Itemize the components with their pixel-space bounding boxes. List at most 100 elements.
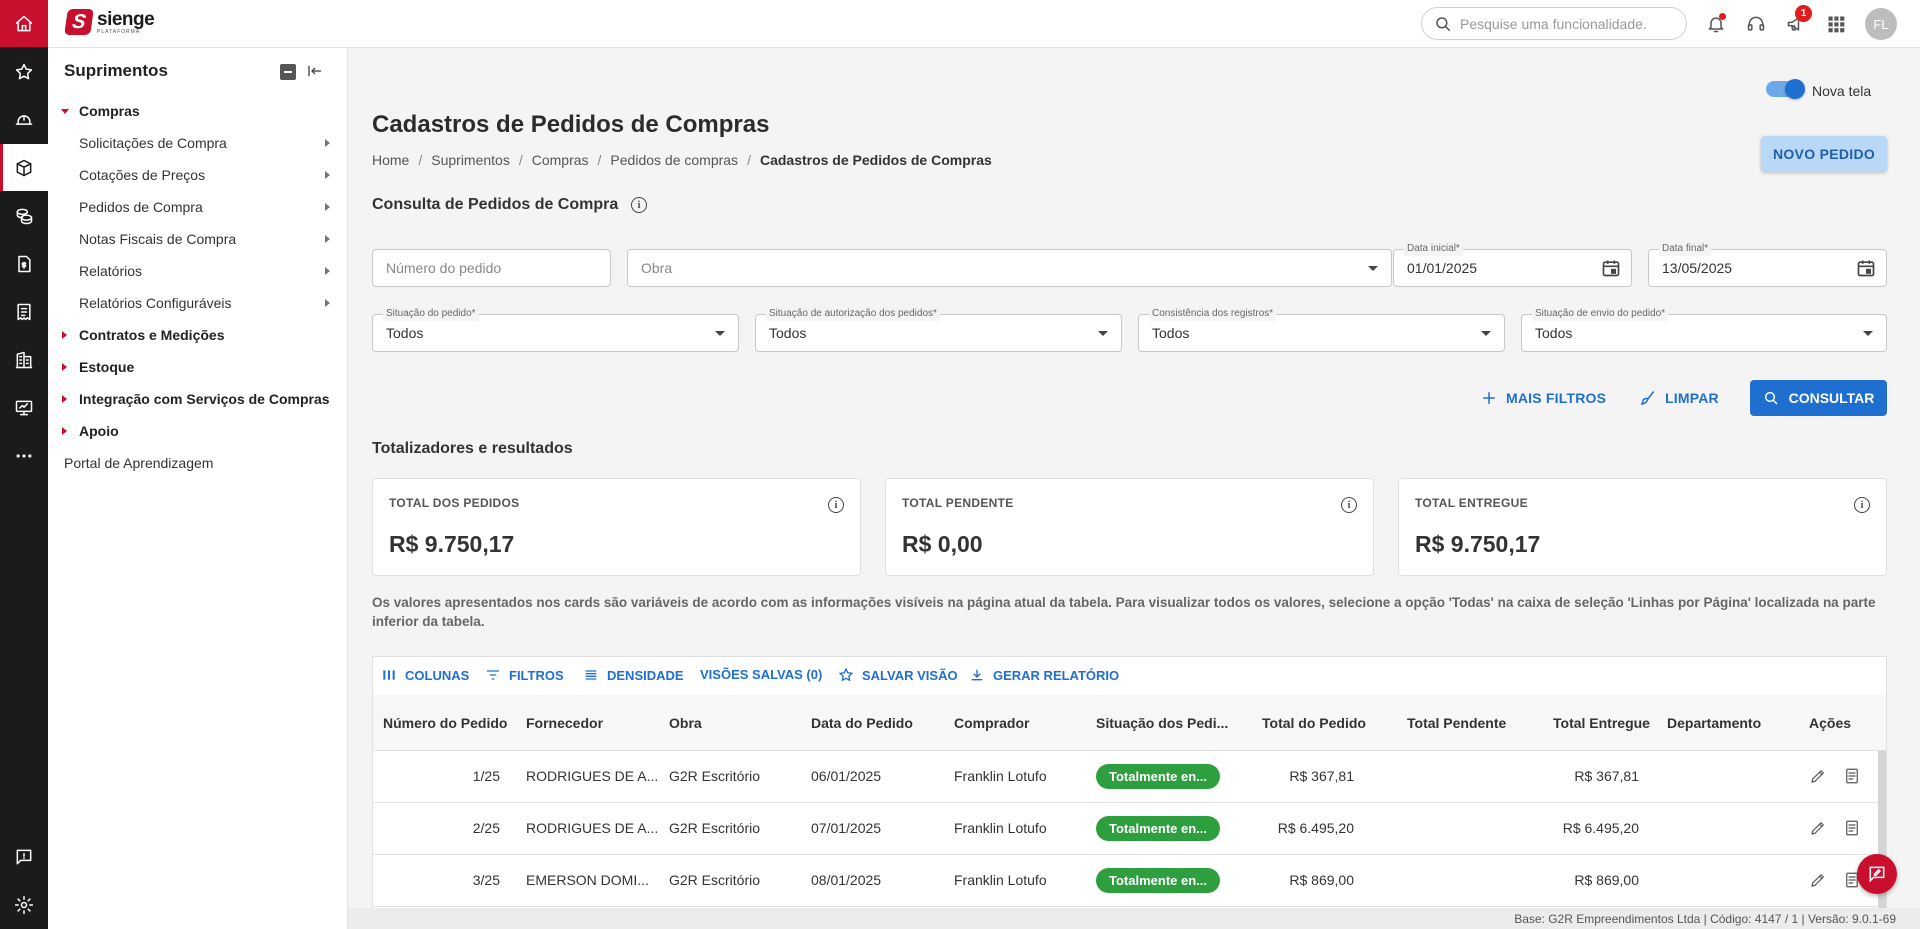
table-row[interactable]: 2/25 RODRIGUES DE A... G2R Escritório 07… [373,803,1886,855]
column-header[interactable]: Total Entregue [1553,715,1650,731]
breadcrumb-pedidos[interactable]: Pedidos de compras [610,152,738,168]
edit-icon[interactable] [1809,767,1829,787]
sidebar-item-cotacoes[interactable]: Cotações de Preços [48,159,348,191]
consultar-button[interactable]: CONSULTAR [1750,380,1887,416]
column-header[interactable]: Fornecedor [526,715,603,731]
obra-select[interactable]: Obra [627,249,1392,287]
helmet-icon[interactable] [0,96,48,143]
salvar-visao-button[interactable]: SALVAR VISÃO [838,667,958,683]
densidade-button[interactable]: DENSIDADE [583,667,684,683]
box-icon[interactable] [0,144,48,191]
headset-icon[interactable] [1744,12,1768,36]
search-input[interactable] [1460,15,1680,32]
sidebar-item-portal[interactable]: Portal de Aprendizagem [48,447,348,479]
select-label: Consistência dos registros* [1149,307,1277,321]
avatar[interactable]: FL [1865,8,1897,40]
visoes-salvas-button[interactable]: VISÕES SALVAS (0) [700,667,822,682]
collapse-all-icon[interactable] [280,64,296,80]
chat-icon[interactable] [0,833,48,880]
chevron-right-icon [325,267,330,275]
column-header[interactable]: Departamento [1667,715,1761,731]
broom-icon [1640,391,1654,405]
sidebar-item-pedidos[interactable]: Pedidos de Compra [48,191,348,223]
coins-icon[interactable] [0,192,48,239]
column-header[interactable]: Total do Pedido [1262,715,1366,731]
sidebar-item-compras[interactable]: Compras [48,95,348,127]
more-icon[interactable] [0,432,48,479]
colunas-button[interactable]: COLUNAS [381,667,469,683]
document-icon[interactable] [1843,767,1863,787]
breadcrumb-suprimentos[interactable]: Suprimentos [431,152,510,168]
consistencia-select[interactable]: Consistência dos registros* Todos [1138,307,1505,352]
sidebar-item-label: Relatórios [79,263,143,279]
novo-pedido-button[interactable]: NOVO PEDIDO [1761,136,1887,172]
announcement-badge: 1 [1795,5,1812,22]
filtros-button[interactable]: FILTROS [485,667,564,683]
table-row[interactable]: 1/25 RODRIGUES DE A... G2R Escritório 06… [373,751,1886,803]
search-icon [1436,16,1451,31]
column-header[interactable]: Número do Pedido [383,715,507,731]
card-total-pedidos: TOTAL DOS PEDIDOS R$ 9.750,17 i [372,478,861,576]
edit-icon[interactable] [1809,819,1829,839]
settings-icon[interactable] [0,881,48,928]
breadcrumb-home[interactable]: Home [372,152,409,168]
calendar-icon[interactable] [1601,258,1621,278]
sidebar-item-apoio[interactable]: Apoio [48,415,348,447]
chevron-down-icon [1098,331,1108,336]
cell-obra: G2R Escritório [669,872,761,888]
calendar-icon[interactable] [1856,258,1876,278]
sidebar-item-integracao[interactable]: Integração com Serviços de Compras [48,383,348,415]
column-header[interactable]: Total Pendente [1407,715,1506,731]
table-row[interactable]: 3/25 EMERSON DOMI... G2R Escritório 08/0… [373,855,1886,907]
situacao-envio-select[interactable]: Situação de envio do pedido* Todos [1521,307,1887,352]
info-icon[interactable]: i [1854,497,1870,513]
star-icon[interactable] [0,48,48,95]
density-icon [585,670,597,680]
building-icon[interactable] [0,336,48,383]
sidebar-item-relatorios[interactable]: Relatórios [48,255,348,287]
feedback-chat-button[interactable] [1857,854,1897,894]
gerar-relatorio-button[interactable]: GERAR RELATÓRIO [969,667,1119,683]
chevron-right-icon [325,299,330,307]
search-box[interactable] [1421,7,1687,40]
document-icon[interactable] [1843,819,1863,839]
collapse-sidebar-icon[interactable] [306,62,326,82]
numero-pedido-field[interactable]: Número do pedido [372,249,611,287]
data-inicial-field[interactable]: Data inicial* 01/01/2025 [1393,242,1632,287]
sidebar-item-solicitacoes[interactable]: Solicitações de Compra [48,127,348,159]
cell-total: R$ 6.495,20 [1277,820,1354,836]
megaphone-icon[interactable]: 1 [1784,5,1812,36]
nova-tela-toggle[interactable] [1766,79,1805,99]
sidebar-item-notas-fiscais[interactable]: Notas Fiscais de Compra [48,223,348,255]
column-header[interactable]: Data do Pedido [811,715,913,731]
info-icon[interactable]: i [1341,497,1357,513]
data-final-label: Data final* [1659,242,1712,256]
column-header[interactable]: Obra [669,715,702,731]
breadcrumb-compras[interactable]: Compras [532,152,589,168]
mais-filtros-button[interactable]: MAIS FILTROS [1480,382,1606,414]
data-final-field[interactable]: Data final* 13/05/2025 [1648,242,1887,287]
receipt-icon[interactable] [0,288,48,335]
document-dollar-icon[interactable] [0,240,48,287]
bell-icon[interactable] [1704,12,1728,36]
situacao-autorizacao-select[interactable]: Situação de autorização dos pedidos* Tod… [755,307,1122,352]
edit-icon[interactable] [1809,871,1829,891]
mais-filtros-label: MAIS FILTROS [1506,390,1607,406]
monitor-icon[interactable] [0,384,48,431]
sidebar-item-contratos[interactable]: Contratos e Medições [48,319,348,351]
sienge-logo[interactable]: S sienge PLATAFORMA [64,9,155,35]
info-icon[interactable]: i [631,197,647,213]
limpar-button[interactable]: LIMPAR [1639,382,1719,414]
cell-data: 07/01/2025 [811,820,882,836]
sidebar-item-relatorios-configuraveis[interactable]: Relatórios Configuráveis [48,287,348,319]
cell-total: R$ 869,00 [1289,872,1354,888]
situacao-pedido-select[interactable]: Situação do pedido* Todos [372,307,739,352]
sidebar-item-label: Portal de Aprendizagem [64,455,214,471]
info-icon[interactable]: i [828,497,844,513]
home-icon[interactable] [0,0,48,47]
sidebar-item-label: Relatórios Configuráveis [79,295,232,311]
column-header[interactable]: Comprador [954,715,1029,731]
sidebar-item-estoque[interactable]: Estoque [48,351,348,383]
column-header[interactable]: Situação dos Pedi... [1096,715,1228,731]
apps-grid-icon[interactable] [1824,12,1848,36]
